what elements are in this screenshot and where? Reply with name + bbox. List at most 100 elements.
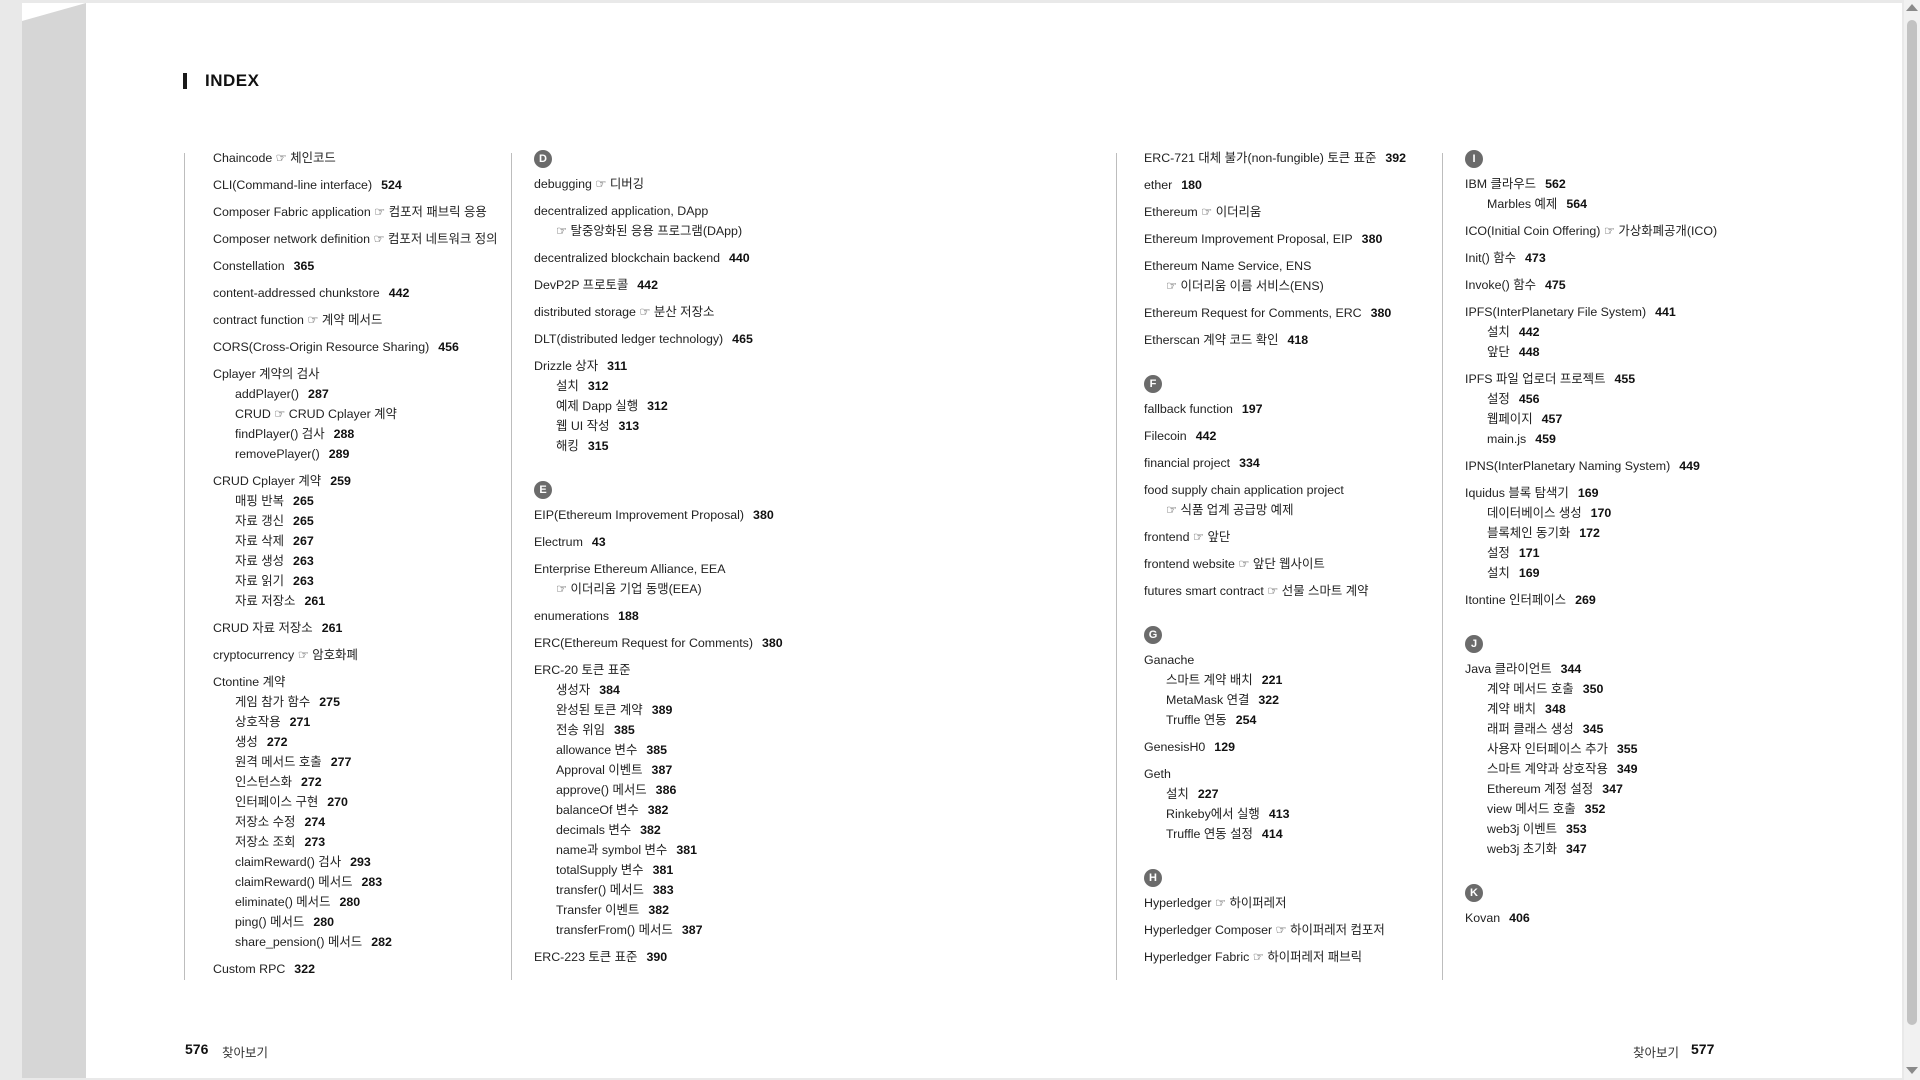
index-entry: financial project 334	[1144, 453, 1406, 473]
index-entry-line: CRUD Cplayer 계약 259	[213, 471, 498, 491]
index-page-number: 261	[321, 621, 343, 635]
index-term: EIP(Ethereum Improvement Proposal)	[534, 508, 745, 522]
index-entry-line: IPNS(InterPlanetary Naming System) 449	[1465, 456, 1717, 476]
index-page-number: 129	[1214, 740, 1235, 754]
index-subentry: 설치 442	[1465, 322, 1717, 342]
index-page-number: 315	[587, 439, 609, 453]
index-subentry: decimals 변수 382	[534, 820, 783, 840]
index-subentry: 인터페이스 구현 270	[213, 792, 498, 812]
index-subentry: 설치 312	[534, 376, 783, 396]
index-subentry: 해킹 315	[534, 436, 783, 456]
index-subentry: 설정 171	[1465, 543, 1717, 563]
index-page-number: 456	[1518, 392, 1540, 406]
index-entry: Init() 함수 473	[1465, 248, 1717, 268]
index-entry-line: Composer Fabric application ☞ 컴포저 패브릭 응용	[213, 202, 498, 222]
index-subterm: 저장소 수정	[235, 815, 296, 829]
index-term: Chaincode ☞ 체인코드	[213, 151, 336, 165]
index-page-number: 348	[1545, 702, 1566, 716]
index-subterm: 설치	[1166, 787, 1189, 801]
index-entry: food supply chain application project ☞ 식…	[1144, 480, 1406, 520]
index-entry: cryptocurrency ☞ 암호화폐	[213, 645, 498, 665]
index-entry-line: Hyperledger Fabric ☞ 하이퍼레저 패브릭	[1144, 947, 1406, 967]
index-entry: IBM 클라우드 562 Marbles 예제 564	[1465, 174, 1717, 214]
index-term: fallback function	[1144, 402, 1233, 416]
index-subentry: 생성 272	[213, 732, 498, 752]
index-page-number: 271	[289, 715, 311, 729]
index-entry-line: Constellation 365	[213, 256, 498, 276]
index-entry: IPFS(InterPlanetary File System) 441 설치 442…	[1465, 302, 1717, 362]
index-subentry: 계약 배치 348	[1465, 699, 1717, 719]
index-term: Custom RPC	[213, 962, 286, 976]
index-entry: Constellation 365	[213, 256, 498, 276]
index-title-marker	[183, 73, 187, 89]
index-subentry: findPlayer() 검사 288	[213, 424, 498, 444]
index-term: financial project	[1144, 456, 1231, 470]
index-term: Ganache	[1144, 653, 1195, 667]
index-subentry: 인스턴스화 272	[213, 772, 498, 792]
section-letter-heading: I	[1465, 148, 1717, 170]
index-entry: futures smart contract ☞ 선물 스마트 계약	[1144, 581, 1406, 601]
index-subentry: transfer() 메서드 383	[534, 880, 783, 900]
index-term: ether	[1144, 178, 1173, 192]
scroll-up-arrow-icon[interactable]	[1906, 4, 1918, 11]
index-subentry: Approval 이벤트 387	[534, 760, 783, 780]
index-page-number: 322	[294, 962, 315, 976]
index-page-number: 270	[327, 795, 348, 809]
index-subterm: CRUD ☞ CRUD Cplayer 계약	[235, 407, 397, 421]
index-see-reference: ☞ 이더리움 기업 동맹(EEA)	[556, 582, 702, 596]
index-entry: ICO(Initial Coin Offering) ☞ 가상화폐공개(ICO)	[1465, 221, 1717, 241]
index-page-number: 280	[313, 915, 335, 929]
index-entry: Cplayer 계약의 검사 addPlayer() 287 CRUD ☞ CRUD …	[213, 364, 498, 464]
index-term: Cplayer 계약의 검사	[213, 367, 320, 381]
index-subentry: 설치 169	[1465, 563, 1717, 583]
index-page-number: 380	[761, 636, 783, 650]
index-page-number: 263	[293, 554, 314, 568]
index-entry-line: frontend website ☞ 앞단 웹사이트	[1144, 554, 1406, 574]
scrollbar-thumb[interactable]	[1907, 20, 1917, 1025]
index-subterm: 원격 메서드 호출	[235, 755, 322, 769]
index-page-number: 384	[599, 683, 620, 697]
index-subterm: totalSupply 변수	[556, 863, 644, 877]
index-term: ERC-721 대체 불가(non-fungible) 토큰 표준	[1144, 151, 1377, 165]
index-subterm: 래퍼 클래스 생성	[1487, 722, 1574, 736]
index-term: DevP2P 프로토콜	[534, 278, 629, 292]
index-entry-line: Cplayer 계약의 검사	[213, 364, 498, 384]
index-subentry: allowance 변수 385	[534, 740, 783, 760]
index-entry: contract function ☞ 계약 메서드	[213, 310, 498, 330]
page-fold-corner	[22, 3, 86, 21]
index-subterm: Truffle 연동 설정	[1166, 827, 1253, 841]
index-subterm: 저장소 조회	[235, 835, 296, 849]
index-entry-line: Chaincode ☞ 체인코드	[213, 148, 498, 168]
index-subterm: 생성	[235, 735, 258, 749]
index-page-number: 169	[1577, 486, 1599, 500]
index-entry: Iquidus 블록 탐색기 169 데이터베이스 생성 170 블록체인 동기화 172…	[1465, 483, 1717, 583]
index-entry-line: Ethereum Request for Comments, ERC 380	[1144, 303, 1406, 323]
index-page-number: 288	[333, 427, 355, 441]
index-entry: CORS(Cross-Origin Resource Sharing) 456	[213, 337, 498, 357]
index-page-number: 442	[1518, 325, 1540, 339]
index-entry: Java 클라이언트 344 계약 메서드 호출 350 계약 배치 348 래퍼 클래스 …	[1465, 659, 1717, 859]
index-page-number: 418	[1287, 333, 1309, 347]
index-entry: Hyperledger ☞ 하이퍼레저	[1144, 893, 1406, 913]
index-term: GenesisH0	[1144, 740, 1206, 754]
index-entry-line: futures smart contract ☞ 선물 스마트 계약	[1144, 581, 1406, 601]
index-entry: Custom RPC 322	[213, 959, 498, 979]
index-subentry: 설치 227	[1144, 784, 1406, 804]
index-entry: Enterprise Ethereum Alliance, EEA ☞ 이더리움 …	[534, 559, 783, 599]
scroll-down-arrow-icon[interactable]	[1906, 1067, 1918, 1074]
index-term: Composer Fabric application ☞ 컴포저 패브릭 응용	[213, 205, 487, 219]
index-entry-line: CRUD 자료 저장소 261	[213, 618, 498, 638]
index-page-number: 282	[371, 935, 392, 949]
index-page-number: 313	[618, 419, 640, 433]
index-entry: Electrum 43	[534, 532, 783, 552]
index-entry: enumerations 188	[534, 606, 783, 626]
index-page-number: 382	[640, 823, 661, 837]
index-entry: Itontine 인터페이스 269	[1465, 590, 1717, 610]
index-page-number: 347	[1566, 842, 1587, 856]
index-page-number: 392	[1385, 151, 1407, 165]
index-subentry: 블록체인 동기화 172	[1465, 523, 1717, 543]
